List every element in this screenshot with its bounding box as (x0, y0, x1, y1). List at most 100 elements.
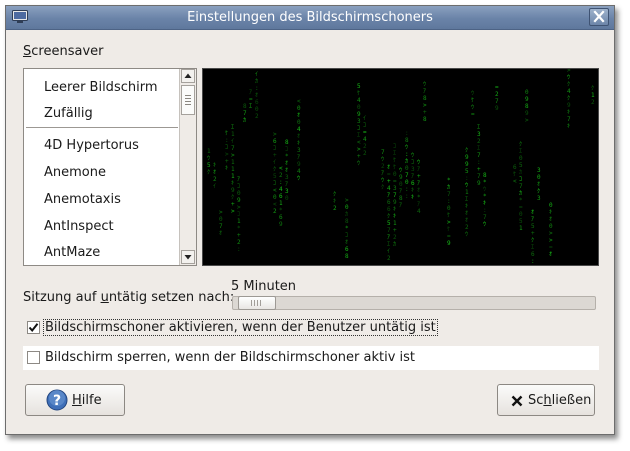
matrix-glyph: : (255, 85, 259, 92)
matrix-glyph: 1 (465, 189, 469, 196)
matrix-glyph: 4 (387, 185, 391, 192)
matrix-glyph: ｵ (345, 239, 348, 246)
matrix-glyph: + (237, 232, 241, 239)
help-button[interactable]: ? Hilfe (25, 384, 125, 416)
matrix-glyph: ｲ (213, 183, 216, 190)
matrix-glyph: 7 (219, 223, 223, 230)
matrix-glyph: * (483, 179, 487, 186)
matrix-glyph: 5 (357, 83, 361, 90)
matrix-glyph: 6 (513, 164, 517, 171)
idle-delay-slider[interactable] (232, 296, 596, 310)
activate-screensaver-row[interactable]: Bildschirmschoner aktivieren, wenn der B… (23, 316, 599, 340)
matrix-glyph: : (465, 175, 469, 182)
matrix-glyph: 1 (237, 218, 241, 225)
matrix-glyph: + (231, 201, 235, 208)
matrix-glyph: ｶ (447, 184, 450, 191)
matrix-glyph: + (387, 178, 391, 185)
matrix-glyph: 1 (393, 220, 397, 227)
matrix-glyph: > (231, 208, 235, 215)
scroll-thumb[interactable] (181, 85, 195, 115)
matrix-glyph: > (357, 146, 361, 153)
lock-screen-checkbox[interactable] (27, 351, 40, 364)
matrix-glyph: ｵ (255, 92, 258, 99)
matrix-glyph: : (405, 130, 409, 137)
matrix-glyph: ｵ (537, 181, 540, 188)
matrix-glyph: : (405, 193, 409, 200)
matrix-glyph: 7 (387, 227, 391, 234)
list-item[interactable]: AntInspect (44, 219, 114, 234)
matrix-glyph: 0 (357, 104, 361, 111)
matrix-glyph: 4 (363, 136, 367, 143)
list-item[interactable]: Anemone (44, 165, 106, 180)
matrix-glyph: 2 (591, 99, 595, 106)
matrix-glyph: 7 (393, 192, 397, 199)
matrix-glyph: : (531, 258, 535, 265)
matrix-glyph: 2 (387, 255, 391, 262)
matrix-glyph: 2 (465, 224, 469, 231)
matrix-glyph: 0 (297, 119, 301, 126)
matrix-glyph: 1 (591, 92, 595, 99)
matrix-glyph: ｶ (243, 117, 246, 124)
matrix-glyph: ｳ (465, 231, 468, 238)
matrix-glyph: 7 (231, 145, 235, 152)
matrix-glyph: ｹ (225, 130, 228, 137)
matrix-glyph: ｴ (387, 241, 390, 248)
list-separator (26, 127, 178, 128)
matrix-glyph: ｺ (273, 180, 276, 187)
matrix-rain-preview: 1ｳ5ｸｷｵ2ｲ>07ｵｹ:ｺ>+ｷｴ1ｲ7>111ｷ9ｸ+>ｱｺ09>ｺ1*+… (207, 69, 595, 265)
matrix-glyph: ｸ (273, 166, 276, 173)
matrix-glyph: 2 (363, 143, 367, 150)
matrix-glyph: = (387, 171, 391, 178)
matrix-glyph: ｳ (297, 175, 300, 182)
lock-screen-label[interactable]: Bildschirm sperren, wenn der Bildschirms… (44, 350, 416, 365)
screensaver-section-label: Screensaver (23, 44, 104, 59)
x-icon (511, 395, 523, 407)
scroll-up-button[interactable] (181, 69, 195, 83)
window-close-button[interactable] (589, 8, 609, 26)
matrix-glyph: * (417, 194, 421, 201)
matrix-glyph: ｷ (297, 140, 300, 147)
matrix-glyph: 4 (417, 208, 421, 215)
title-bar[interactable]: Einstellungen des Bildschirmschoners (6, 6, 614, 30)
lock-screen-row[interactable]: Bildschirm sperren, wenn der Bildschirms… (23, 346, 599, 370)
matrix-glyph: ｺ (519, 176, 522, 183)
matrix-glyph: ｸ (231, 194, 234, 201)
list-scrollbar[interactable] (179, 69, 196, 265)
activate-screensaver-checkbox[interactable] (27, 321, 40, 334)
activate-screensaver-label[interactable]: Bildschirmschoner aktivieren, wenn der B… (43, 319, 438, 336)
matrix-glyph: > (345, 197, 349, 204)
matrix-glyph: 8 (243, 103, 247, 110)
screensaver-list[interactable]: Leerer Bildschirm Zufällig 4D Hypertorus… (23, 68, 197, 266)
list-item[interactable]: 4D Hypertorus (44, 138, 139, 153)
matrix-glyph: ｳ (423, 81, 426, 88)
matrix-glyph: ｶ (255, 78, 258, 85)
screen-icon[interactable] (12, 10, 28, 24)
matrix-glyph: ｱ (387, 234, 390, 241)
matrix-glyph: ｵ (213, 169, 216, 176)
slider-handle[interactable] (238, 296, 276, 310)
matrix-glyph: ｹ (447, 212, 450, 219)
close-button[interactable]: Schließen (497, 384, 595, 416)
matrix-glyph: ｴ (519, 148, 522, 155)
matrix-glyph: ｵ (219, 230, 222, 237)
matrix-glyph: 2 (477, 138, 481, 145)
matrix-glyph: 3 (285, 188, 289, 195)
scroll-down-button[interactable] (181, 250, 195, 264)
matrix-glyph: ｳ (417, 159, 420, 166)
matrix-glyph: 2 (495, 91, 499, 98)
list-item[interactable]: Zufällig (44, 106, 93, 121)
list-item[interactable]: Anemotaxis (44, 192, 121, 207)
matrix-glyph: ｹ (393, 157, 396, 164)
matrix-glyph: ｵ (285, 167, 288, 174)
matrix-glyph: + (393, 227, 397, 234)
matrix-glyph: ｺ (363, 122, 366, 129)
matrix-glyph: ｴ (357, 132, 360, 139)
list-item[interactable]: AntMaze (44, 245, 100, 260)
matrix-glyph: 8 (405, 137, 409, 144)
list-item[interactable]: Leerer Bildschirm (44, 80, 158, 95)
matrix-glyph: 0 (255, 106, 259, 113)
matrix-glyph: ｺ (237, 183, 240, 190)
matrix-glyph: ｷ (393, 213, 396, 220)
matrix-glyph: 9 (567, 102, 571, 109)
matrix-glyph: ｱ (285, 181, 288, 188)
